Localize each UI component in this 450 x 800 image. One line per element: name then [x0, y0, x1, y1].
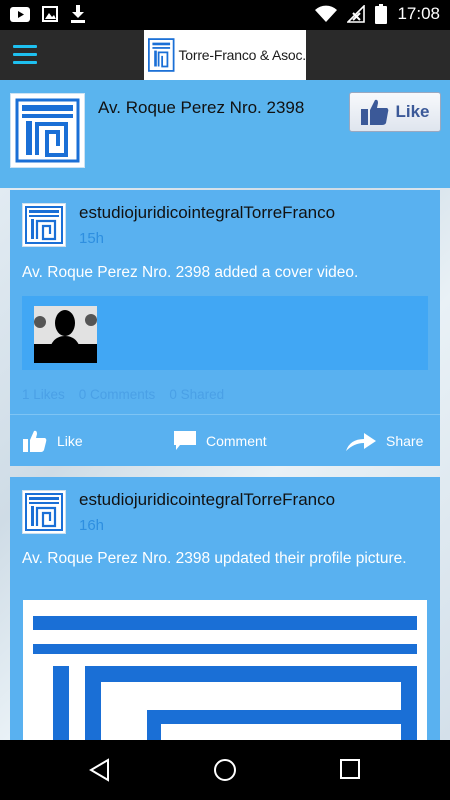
comment-label: Comment: [206, 433, 267, 449]
app-bar: Torre-Franco & Asoc.: [0, 30, 450, 80]
download-icon: [71, 5, 85, 23]
facebook-like-button[interactable]: Like: [349, 92, 441, 132]
post-text: Av. Roque Perez Nro. 2398 added a cover …: [22, 264, 359, 281]
share-label: Share: [386, 433, 424, 449]
like-button[interactable]: Like: [23, 424, 83, 458]
brand-header: Torre-Franco & Asoc.: [144, 30, 306, 80]
post-time: 15h: [79, 230, 105, 247]
brand-name: Torre-Franco & Asoc.: [178, 47, 307, 63]
no-signal-icon: [347, 5, 366, 23]
status-bar: 17:08: [0, 0, 450, 30]
divider: [10, 414, 440, 415]
likes-count[interactable]: 1 Likes: [22, 387, 65, 402]
home-icon[interactable]: [213, 758, 237, 782]
post-time: 16h: [79, 517, 105, 534]
post-media[interactable]: [22, 296, 428, 370]
wifi-icon: [315, 5, 338, 22]
post-card: estudiojuridicointegralTorreFranco 16h A…: [10, 477, 440, 740]
battery-icon: [375, 4, 388, 24]
back-icon[interactable]: [88, 758, 112, 782]
profile-picture-image[interactable]: [23, 600, 427, 740]
logo-icon: [23, 600, 427, 740]
page-title: Av. Roque Perez Nro. 2398: [98, 98, 305, 117]
logo-icon: [25, 493, 63, 531]
video-thumbnail[interactable]: [34, 306, 97, 363]
page-avatar[interactable]: [10, 93, 85, 168]
author-avatar[interactable]: [22, 203, 66, 247]
logo-icon: [15, 98, 80, 163]
like-label: Like: [57, 433, 83, 449]
author-avatar[interactable]: [22, 490, 66, 534]
like-label: Like: [395, 102, 430, 121]
comment-icon: [174, 431, 196, 450]
post-stats: 1 Likes 0 Comments 0 Shared: [22, 387, 224, 402]
hamburger-icon[interactable]: [13, 45, 37, 65]
shares-count[interactable]: 0 Shared: [169, 387, 224, 402]
post-actions: Like Comment Share: [10, 424, 440, 458]
share-icon: [346, 433, 376, 451]
system-icons: 17:08: [315, 4, 440, 24]
post-author[interactable]: estudiojuridicointegralTorreFranco: [79, 490, 335, 510]
post-author[interactable]: estudiojuridicointegralTorreFranco: [79, 203, 335, 223]
comment-button[interactable]: Comment: [174, 424, 267, 458]
post-card: estudiojuridicointegralTorreFranco 15h A…: [10, 190, 440, 466]
logo-icon: [25, 206, 63, 244]
thumbs-up-icon: [23, 430, 47, 452]
post-text: Av. Roque Perez Nro. 2398 updated their …: [22, 550, 407, 567]
recents-icon[interactable]: [339, 758, 361, 780]
notification-icons: [10, 5, 86, 23]
navigation-bar: [0, 740, 450, 800]
brand-logo: [148, 38, 175, 72]
youtube-icon: [10, 6, 30, 22]
comments-count[interactable]: 0 Comments: [79, 387, 156, 402]
share-button[interactable]: Share: [346, 424, 423, 458]
clock: 17:08: [397, 4, 440, 23]
image-icon: [42, 6, 58, 22]
thumbs-up-icon: [361, 99, 389, 125]
